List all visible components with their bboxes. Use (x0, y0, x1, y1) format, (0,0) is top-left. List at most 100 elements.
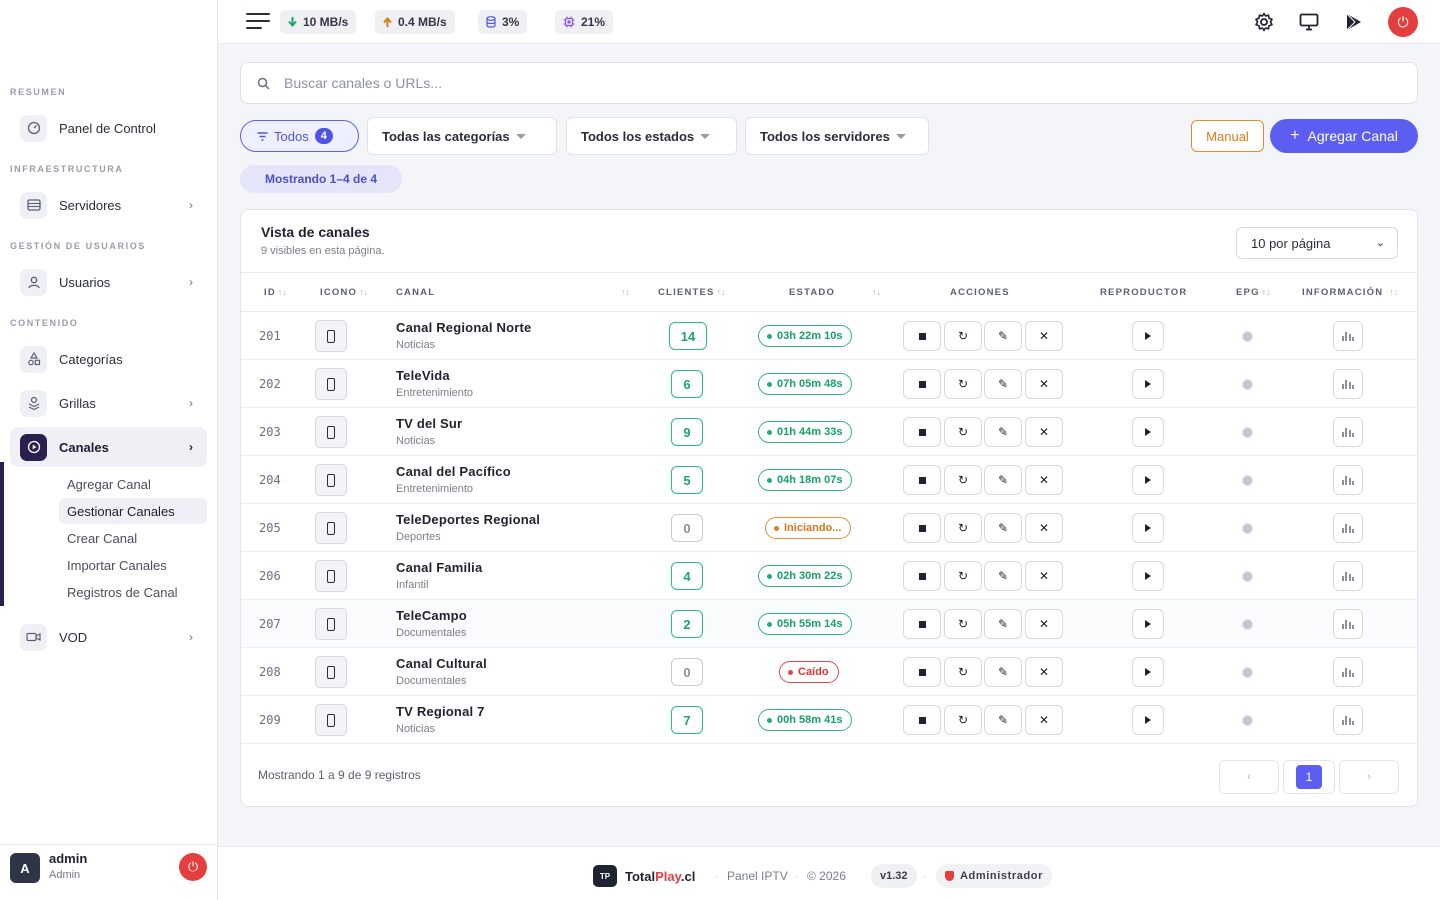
play-button[interactable] (1132, 465, 1164, 495)
channel-name[interactable]: TeleDeportes Regional (396, 512, 540, 527)
edit-button[interactable]: ✎ (984, 657, 1022, 687)
clients-count[interactable]: 14 (669, 322, 707, 350)
delete-button[interactable]: ✕ (1025, 561, 1063, 591)
channel-name[interactable]: Canal Regional Norte (396, 320, 531, 335)
sidebar-subitem-gestionar-canales[interactable]: Gestionar Canales (59, 498, 207, 524)
sidebar-item-servidores[interactable]: Servidores › (10, 185, 207, 225)
stop-button[interactable] (903, 513, 941, 543)
server-filter-select[interactable]: Todos los servidores (745, 117, 929, 155)
clients-count[interactable]: 0 (671, 514, 703, 542)
sidebar-item-grillas[interactable]: Grillas › (10, 383, 207, 423)
play-store-icon[interactable] (1342, 10, 1366, 34)
edit-button[interactable]: ✎ (984, 321, 1022, 351)
stop-button[interactable] (903, 417, 941, 447)
clients-count[interactable]: 0 (671, 658, 703, 686)
monitor-icon[interactable] (1297, 10, 1321, 34)
stop-button[interactable] (903, 705, 941, 735)
logout-icon[interactable]: ⏻ (179, 853, 207, 881)
stop-button[interactable] (903, 609, 941, 639)
sidebar-item-panel[interactable]: Panel de Control (10, 108, 207, 148)
table-row[interactable]: 204 Canal del Pacífico Entretenimiento 5 04h… (241, 456, 1417, 504)
search-bar[interactable]: Buscar canales o URLs... (240, 62, 1418, 104)
restart-button[interactable]: ↻ (944, 561, 982, 591)
state-filter-select[interactable]: Todos los estados (566, 117, 737, 155)
table-row[interactable]: 205 TeleDeportes Regional Deportes 0 Inician… (241, 504, 1417, 552)
add-channel-button[interactable]: + Agregar Canal (1270, 119, 1418, 153)
sidebar-item-usuarios[interactable]: Usuarios › (10, 262, 207, 302)
channel-name[interactable]: Canal Familia (396, 560, 482, 575)
edit-button[interactable]: ✎ (984, 513, 1022, 543)
play-button[interactable] (1132, 705, 1164, 735)
channel-name[interactable]: TV del Sur (396, 416, 462, 431)
sidebar-subitem-agregar-canal[interactable]: Agregar Canal (59, 471, 207, 497)
restart-button[interactable]: ↻ (944, 657, 982, 687)
page-button-1[interactable]: 1 (1283, 760, 1335, 794)
clients-count[interactable]: 6 (671, 370, 703, 398)
restart-button[interactable]: ↻ (944, 321, 982, 351)
edit-button[interactable]: ✎ (984, 417, 1022, 447)
delete-button[interactable]: ✕ (1025, 417, 1063, 447)
edit-button[interactable]: ✎ (984, 369, 1022, 399)
delete-button[interactable]: ✕ (1025, 513, 1063, 543)
clients-count[interactable]: 2 (671, 610, 703, 638)
gear-icon[interactable] (1252, 10, 1276, 34)
table-row[interactable]: 202 TeleVida Entretenimiento 6 07h 05m 48s ↻ ✎… (241, 360, 1417, 408)
filter-all-button[interactable]: Todos 4 (240, 120, 359, 152)
stop-button[interactable] (903, 561, 941, 591)
play-button[interactable] (1132, 417, 1164, 447)
sidebar-subitem-crear-canal[interactable]: Crear Canal (59, 525, 207, 551)
restart-button[interactable]: ↻ (944, 369, 982, 399)
column-channel-sort[interactable]: ↑↓ (619, 287, 630, 298)
column-channel[interactable]: CANAL (396, 287, 435, 298)
sidebar-item-categorias[interactable]: Categorías (10, 339, 207, 379)
menu-toggle-icon[interactable] (246, 13, 270, 31)
restart-button[interactable]: ↻ (944, 705, 982, 735)
delete-button[interactable]: ✕ (1025, 321, 1063, 351)
category-filter-select[interactable]: Todas las categorías (367, 117, 557, 155)
search-input[interactable]: Buscar canales o URLs... (284, 75, 442, 91)
sidebar-subitem-importar-canales[interactable]: Importar Canales (59, 552, 207, 578)
stop-button[interactable] (903, 465, 941, 495)
stats-button[interactable] (1333, 609, 1363, 639)
play-button[interactable] (1132, 561, 1164, 591)
sidebar-subitem-registros-canal[interactable]: Registros de Canal (59, 579, 207, 605)
avatar[interactable]: A (10, 853, 40, 883)
restart-button[interactable]: ↻ (944, 609, 982, 639)
column-icon[interactable]: ICONO ↑↓ (320, 287, 368, 298)
sidebar-item-vod[interactable]: VOD › (10, 617, 207, 657)
channel-name[interactable]: TeleVida (396, 368, 450, 383)
table-row[interactable]: 201 Canal Regional Norte Noticias 14 03h 22m… (241, 312, 1417, 360)
per-page-select[interactable]: 10 por página ⌄ (1236, 227, 1398, 259)
delete-button[interactable]: ✕ (1025, 369, 1063, 399)
power-icon[interactable]: ⏻ (1388, 7, 1418, 37)
stats-button[interactable] (1333, 561, 1363, 591)
play-button[interactable] (1132, 609, 1164, 639)
clients-count[interactable]: 9 (671, 418, 703, 446)
edit-button[interactable]: ✎ (984, 561, 1022, 591)
column-status[interactable]: ESTADO (789, 287, 835, 298)
table-row[interactable]: 203 TV del Sur Noticias 9 01h 44m 33s ↻ ✎ ✕ (241, 408, 1417, 456)
column-status-sort[interactable]: ↑↓ (870, 287, 881, 298)
channel-name[interactable]: Canal Cultural (396, 656, 487, 671)
prev-page-button[interactable]: ‹ (1219, 760, 1279, 794)
stats-button[interactable] (1333, 657, 1363, 687)
stats-button[interactable] (1333, 513, 1363, 543)
column-epg[interactable]: EPG ↑↓ (1236, 287, 1271, 298)
clients-count[interactable]: 4 (671, 562, 703, 590)
clients-count[interactable]: 7 (671, 706, 703, 734)
stop-button[interactable] (903, 321, 941, 351)
delete-button[interactable]: ✕ (1025, 609, 1063, 639)
edit-button[interactable]: ✎ (984, 465, 1022, 495)
edit-button[interactable]: ✎ (984, 705, 1022, 735)
column-info[interactable]: INFORMACIÓN ↑↓ (1302, 287, 1398, 298)
delete-button[interactable]: ✕ (1025, 657, 1063, 687)
channel-name[interactable]: TeleCampo (396, 608, 467, 623)
stop-button[interactable] (903, 657, 941, 687)
play-button[interactable] (1132, 321, 1164, 351)
delete-button[interactable]: ✕ (1025, 705, 1063, 735)
play-button[interactable] (1132, 657, 1164, 687)
restart-button[interactable]: ↻ (944, 513, 982, 543)
delete-button[interactable]: ✕ (1025, 465, 1063, 495)
stats-button[interactable] (1333, 321, 1363, 351)
edit-button[interactable]: ✎ (984, 609, 1022, 639)
